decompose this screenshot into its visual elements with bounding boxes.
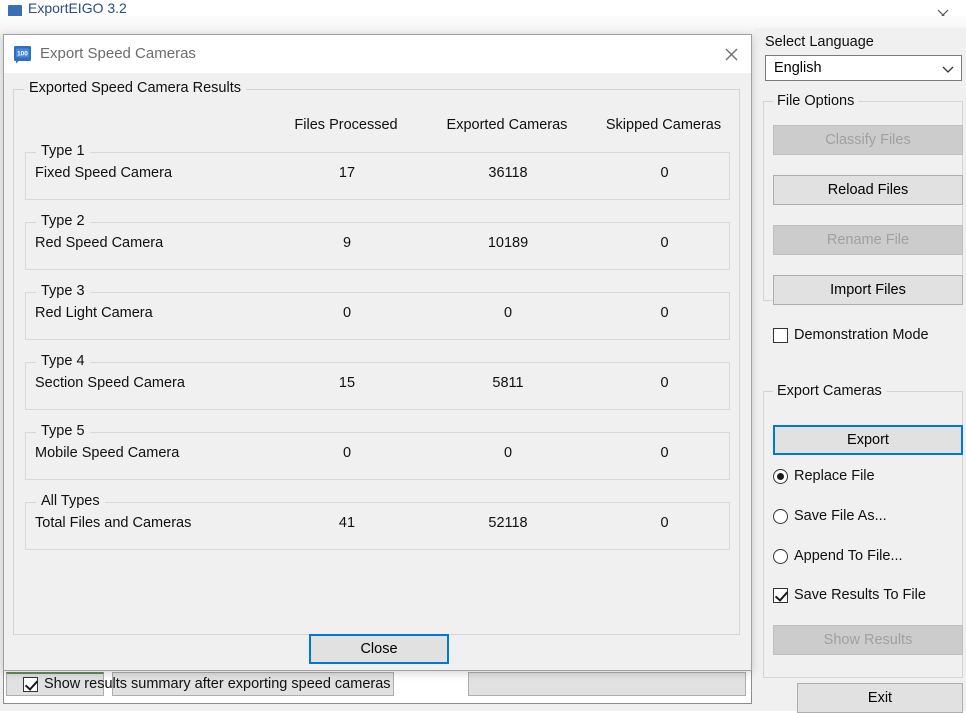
row-type-label: All Types — [36, 493, 105, 509]
row-exported-cameras: 10189 — [487, 235, 529, 251]
row-type-label: Type 3 — [36, 283, 90, 299]
row-name: Mobile Speed Camera — [35, 445, 180, 461]
reload-files-button[interactable]: Reload Files — [773, 175, 963, 205]
table-row: Type 3 Red Light Camera 0 0 0 — [25, 283, 730, 340]
row-skipped-cameras: 0 — [660, 375, 669, 391]
row-exported-cameras: 0 — [503, 305, 513, 321]
row-name: Red Speed Camera — [35, 235, 164, 251]
results-column-headers: Files Processed Exported Cameras Skipped… — [14, 117, 739, 139]
import-files-button[interactable]: Import Files — [773, 275, 963, 305]
table-row: Type 1 Fixed Speed Camera 17 36118 0 — [25, 143, 730, 200]
column-header-files-processed: Files Processed — [294, 117, 398, 133]
checkbox-checked-icon — [773, 587, 788, 603]
radio-unselected-icon — [773, 508, 788, 524]
table-row: Type 2 Red Speed Camera 9 10189 0 — [25, 213, 730, 270]
save-results-to-file-label: Save Results To File — [794, 587, 926, 603]
row-name: Fixed Speed Camera — [35, 165, 173, 181]
demonstration-mode-checkbox[interactable]: Demonstration Mode — [773, 327, 929, 343]
dialog-titlebar: 100 Export Speed Cameras — [4, 35, 751, 73]
language-select[interactable]: English — [765, 55, 962, 81]
row-files-processed: 41 — [338, 515, 356, 531]
row-exported-cameras: 5811 — [492, 375, 524, 391]
show-results-summary-checkbox[interactable]: Show results summary after exporting spe… — [23, 676, 391, 692]
column-header-exported-cameras: Exported Cameras — [446, 117, 568, 133]
row-skipped-cameras: 0 — [660, 515, 669, 531]
save-results-to-file-checkbox[interactable]: Save Results To File — [773, 587, 926, 603]
row-files-processed: 17 — [338, 165, 356, 181]
dialog-title: Export Speed Cameras — [40, 45, 196, 62]
radio-save-file-as[interactable]: Save File As... — [773, 508, 887, 524]
radio-unselected-icon — [773, 548, 788, 564]
rename-file-button[interactable]: Rename File — [773, 225, 963, 255]
row-type-label: Type 1 — [36, 143, 90, 159]
select-language-label: Select Language — [765, 34, 874, 50]
radio-selected-icon — [773, 468, 788, 484]
radio-replace-file[interactable]: Replace File — [773, 468, 875, 484]
checkbox-checked-icon — [23, 676, 38, 692]
classify-files-button[interactable]: Classify Files — [773, 125, 963, 155]
table-row-total: All Types Total Files and Cameras 41 521… — [25, 493, 730, 550]
radio-append-to-file[interactable]: Append To File... — [773, 548, 903, 564]
row-files-processed: 15 — [338, 375, 356, 391]
language-select-value: English — [774, 60, 822, 76]
row-files-processed: 0 — [342, 305, 352, 321]
close-button[interactable]: Close — [309, 634, 449, 664]
file-options-legend: File Options — [773, 93, 859, 109]
radio-save-file-as-label: Save File As... — [794, 508, 887, 524]
row-skipped-cameras: 0 — [660, 305, 669, 321]
row-skipped-cameras: 0 — [660, 165, 669, 181]
row-name: Total Files and Cameras — [35, 515, 192, 531]
table-row: Type 4 Section Speed Camera 15 5811 0 — [25, 353, 730, 410]
side-panel: Select Language English File Options Cla… — [755, 28, 966, 713]
svg-text:100: 100 — [17, 51, 28, 58]
row-files-processed: 0 — [342, 445, 352, 461]
chevron-down-icon — [941, 62, 955, 76]
column-header-skipped-cameras: Skipped Cameras — [605, 117, 722, 133]
speed-limit-sign-icon: 100 — [13, 45, 32, 64]
radio-replace-file-label: Replace File — [794, 468, 875, 484]
row-type-label: Type 4 — [36, 353, 90, 369]
main-window-titlebar: ExportEIGO 3.2 — [0, 0, 966, 17]
main-window-title: ExportEIGO 3.2 — [28, 0, 127, 16]
row-exported-cameras: 0 — [503, 445, 513, 461]
row-exported-cameras: 36118 — [488, 165, 528, 181]
table-row: Type 5 Mobile Speed Camera 0 0 0 — [25, 423, 730, 480]
dialog-body: Exported Speed Camera Results Files Proc… — [4, 73, 751, 692]
radio-append-to-file-label: Append To File... — [794, 548, 903, 564]
dialog-close-icon[interactable] — [721, 44, 743, 66]
row-type-label: Type 5 — [36, 423, 90, 439]
demonstration-mode-label: Demonstration Mode — [794, 327, 929, 343]
row-skipped-cameras: 0 — [660, 445, 669, 461]
export-button[interactable]: Export — [773, 425, 963, 455]
show-results-button[interactable]: Show Results — [773, 625, 963, 655]
exported-results-legend: Exported Speed Camera Results — [24, 80, 246, 96]
show-results-summary-label: Show results summary after exporting spe… — [44, 676, 391, 692]
export-cameras-legend: Export Cameras — [773, 383, 886, 399]
export-speed-cameras-dialog: 100 Export Speed Cameras Exported Speed … — [3, 34, 752, 692]
row-exported-cameras: 52118 — [488, 515, 528, 531]
row-type-label: Type 2 — [36, 213, 90, 229]
row-name: Red Light Camera — [35, 305, 153, 321]
row-files-processed: 9 — [342, 235, 352, 251]
background-bottom-button-3[interactable] — [468, 672, 746, 696]
row-skipped-cameras: 0 — [660, 235, 669, 251]
exit-button[interactable]: Exit — [797, 683, 963, 713]
checkbox-box-icon — [773, 327, 788, 343]
exported-results-group: Exported Speed Camera Results Files Proc… — [13, 80, 740, 664]
row-name: Section Speed Camera — [35, 375, 185, 391]
